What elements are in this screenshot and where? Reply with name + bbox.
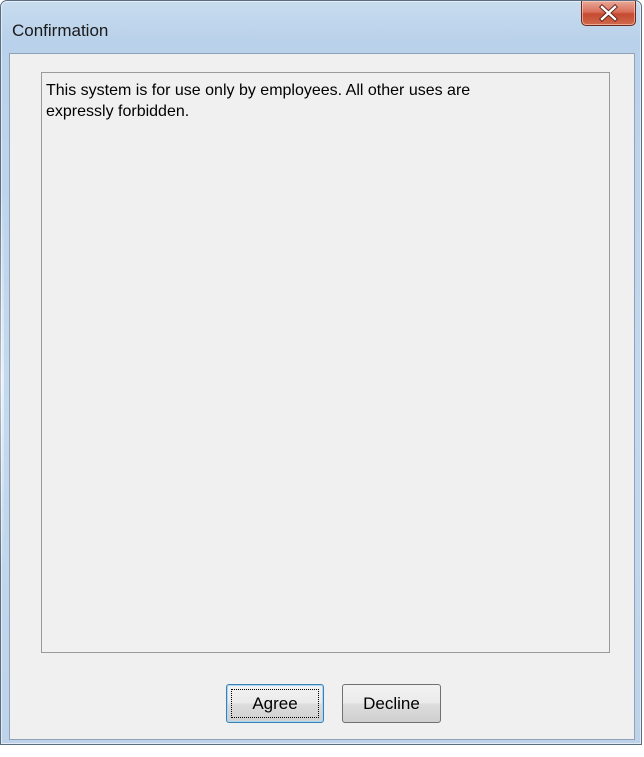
agree-button-label: Agree bbox=[252, 694, 298, 713]
close-button[interactable] bbox=[581, 1, 636, 26]
window-title: Confirmation bbox=[12, 21, 109, 40]
message-text: This system is for use only by employees… bbox=[46, 82, 471, 120]
agree-button[interactable]: Agree bbox=[226, 684, 324, 723]
frame-glow bbox=[0, 191, 4, 571]
message-panel: This system is for use only by employees… bbox=[41, 72, 610, 653]
confirmation-dialog: Confirmation This system is for use only… bbox=[0, 0, 642, 745]
decline-button-label: Decline bbox=[363, 694, 420, 713]
title-bar[interactable]: Confirmation bbox=[1, 1, 641, 53]
dialog-content: This system is for use only by employees… bbox=[9, 53, 635, 740]
close-icon bbox=[599, 4, 618, 22]
decline-button[interactable]: Decline bbox=[342, 684, 441, 723]
